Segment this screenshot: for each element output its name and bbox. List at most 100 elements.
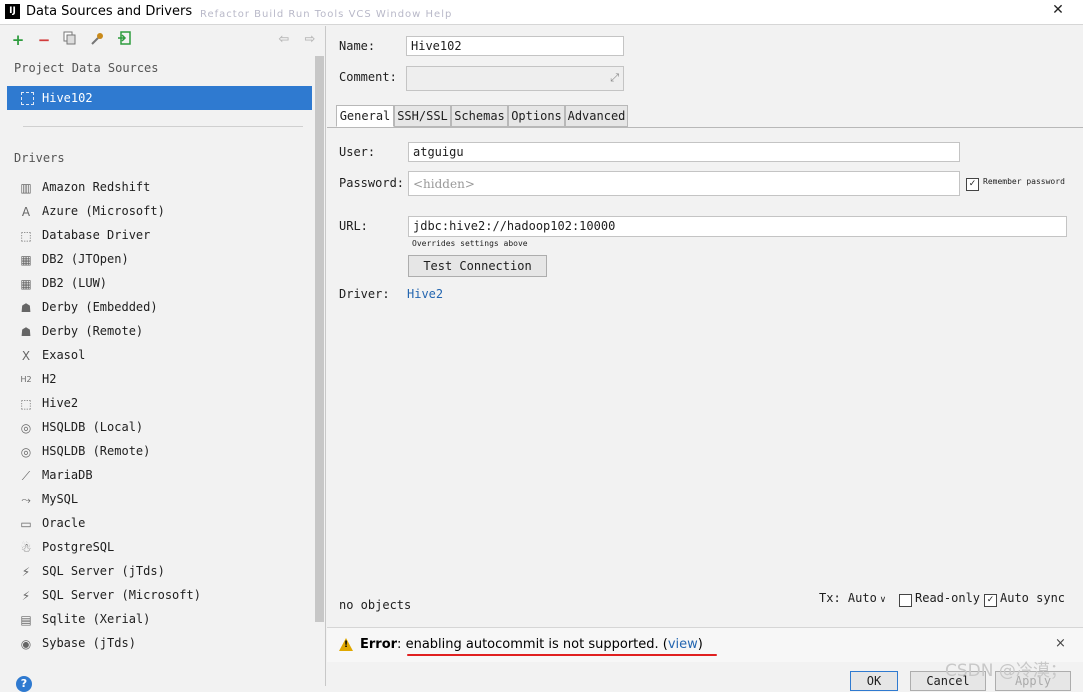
- user-label: User:: [339, 145, 376, 159]
- derby-icon: ☗: [20, 325, 32, 339]
- tab-general[interactable]: General: [336, 105, 394, 127]
- left-scrollbar[interactable]: [315, 56, 324, 622]
- add-icon[interactable]: +: [9, 31, 27, 49]
- watermark: CSDN @冷漠；: [945, 661, 1067, 681]
- redshift-icon: ▥: [20, 181, 32, 195]
- error-text: Error: enabling autocommit is not suppor…: [360, 637, 703, 652]
- driver-item[interactable]: ▭ Oracle: [18, 512, 308, 536]
- tab-advanced[interactable]: Advanced: [565, 105, 628, 127]
- sqlserver-icon: ⚡: [21, 565, 31, 579]
- driver-item[interactable]: ☗ Derby (Remote): [18, 320, 308, 344]
- remember-password-checkbox[interactable]: ✓: [966, 178, 979, 191]
- database-driver-icon: ⬚: [20, 229, 32, 243]
- driver-item[interactable]: ◎ HSQLDB (Local): [18, 416, 308, 440]
- datasource-item-hive102[interactable]: Hive102: [7, 86, 312, 110]
- datasource-settings-panel: Name: Hive102 Comment: ⤢ General SSH/SSL…: [327, 26, 1083, 691]
- error-message: enabling autocommit is not supported.: [405, 637, 659, 652]
- name-field[interactable]: Hive102: [406, 36, 624, 56]
- driver-settings-icon[interactable]: [89, 31, 107, 49]
- title-bar: IJ Data Sources and Drivers Refactor Bui…: [0, 0, 1083, 25]
- window-title: Data Sources and Drivers: [26, 4, 193, 19]
- import-icon[interactable]: [115, 31, 133, 49]
- driver-item[interactable]: ◉ Sybase (jTds): [18, 632, 308, 656]
- driver-item-label: Derby (Embedded): [42, 300, 158, 314]
- hsqldb-icon: ◎: [20, 445, 32, 459]
- ok-button[interactable]: OK: [850, 671, 898, 691]
- name-label: Name:: [339, 39, 376, 53]
- driver-item[interactable]: ▤ Sqlite (Xerial): [18, 608, 308, 632]
- driver-item-label: SQL Server (jTds): [42, 564, 165, 578]
- driver-item[interactable]: ⚡ SQL Server (jTds): [18, 560, 308, 584]
- driver-item-label: H2: [42, 372, 57, 386]
- test-connection-button[interactable]: Test Connection: [408, 255, 547, 277]
- driver-item[interactable]: ⬚ Database Driver: [18, 224, 308, 248]
- comment-field[interactable]: ⤢: [406, 66, 624, 91]
- chevron-down-icon: ∨: [876, 595, 887, 605]
- oracle-icon: ▭: [20, 517, 32, 531]
- background-menu-ghost: Refactor Build Run Tools VCS Window Help: [200, 9, 453, 20]
- data-sources-panel: + − ⇦ ⇨ Project Data Sources Hive102 Dri…: [3, 26, 326, 686]
- hive-icon: ⬚: [20, 397, 32, 411]
- password-field[interactable]: <hidden>: [408, 171, 960, 196]
- driver-item[interactable]: ▦ DB2 (LUW): [18, 272, 308, 296]
- error-separator: :: [397, 637, 402, 652]
- auto-sync-checkbox[interactable]: ✓: [984, 594, 997, 607]
- driver-item[interactable]: ⤳ MySQL: [18, 488, 308, 512]
- driver-item[interactable]: ☗ Derby (Embedded): [18, 296, 308, 320]
- error-view-link[interactable]: view: [668, 637, 698, 652]
- forward-arrow-icon[interactable]: ⇨: [301, 31, 319, 49]
- postgresql-icon: ☃: [20, 541, 32, 555]
- driver-item[interactable]: X Exasol: [18, 344, 308, 368]
- driver-item-label: HSQLDB (Remote): [42, 444, 151, 458]
- driver-item[interactable]: H2 H2: [18, 368, 308, 392]
- error-close-icon[interactable]: ×: [1055, 636, 1066, 651]
- driver-link[interactable]: Hive2: [407, 287, 443, 301]
- tx-mode-dropdown[interactable]: Tx: Auto ∨: [819, 591, 886, 605]
- driver-item[interactable]: ⟋ MariaDB: [18, 464, 308, 488]
- sybase-icon: ◉: [20, 637, 32, 651]
- window-close-button[interactable]: ✕: [1036, 0, 1080, 22]
- driver-item[interactable]: ▦ DB2 (JTOpen): [18, 248, 308, 272]
- user-field[interactable]: atguigu: [408, 142, 960, 162]
- driver-item[interactable]: ◎ HSQLDB (Remote): [18, 440, 308, 464]
- expand-icon[interactable]: ⤢: [610, 71, 619, 85]
- driver-item[interactable]: A Azure (Microsoft): [18, 200, 308, 224]
- driver-item[interactable]: ☃ PostgreSQL: [18, 536, 308, 560]
- driver-item-label: HSQLDB (Local): [42, 420, 144, 434]
- read-only-checkbox[interactable]: [899, 594, 912, 607]
- comment-label: Comment:: [339, 70, 397, 84]
- remove-icon[interactable]: −: [35, 31, 53, 49]
- error-prefix: Error: [360, 637, 398, 652]
- copy-icon[interactable]: [61, 31, 79, 49]
- section-divider: [23, 126, 303, 127]
- derby-icon: ☗: [20, 301, 32, 315]
- driver-item-label: Derby (Remote): [42, 324, 144, 338]
- tab-schemas[interactable]: Schemas: [451, 105, 508, 127]
- driver-item-label: PostgreSQL: [42, 540, 115, 554]
- driver-item-label: MariaDB: [42, 468, 93, 482]
- red-underline-annotation: [407, 654, 717, 656]
- driver-item-label: SQL Server (Microsoft): [42, 588, 201, 602]
- url-field[interactable]: jdbc:hive2://hadoop102:10000: [408, 216, 1067, 237]
- driver-item-label: Hive2: [42, 396, 79, 410]
- error-link-close: ): [697, 637, 703, 652]
- mysql-icon: ⤳: [21, 493, 31, 507]
- tab-ssh-ssl[interactable]: SSH/SSL: [394, 105, 451, 127]
- driver-item[interactable]: ⬚ Hive2: [18, 392, 308, 416]
- hive-datasource-icon: [21, 92, 34, 105]
- read-only-label: Read-only: [915, 591, 981, 605]
- driver-item-label: Oracle: [42, 516, 86, 530]
- driver-item[interactable]: ⚡ SQL Server (Microsoft): [18, 584, 308, 608]
- azure-icon: A: [21, 205, 31, 219]
- db2-icon: ▦: [20, 277, 32, 291]
- back-arrow-icon[interactable]: ⇦: [275, 31, 293, 49]
- auto-sync-label: Auto sync: [1000, 591, 1066, 605]
- driver-item[interactable]: ▥ Amazon Redshift: [18, 176, 308, 200]
- help-icon[interactable]: ?: [16, 676, 32, 692]
- url-hint: Overrides settings above: [412, 239, 528, 248]
- driver-label: Driver:: [339, 287, 390, 301]
- tab-options[interactable]: Options: [508, 105, 565, 127]
- objects-status: no objects: [339, 598, 412, 612]
- intellij-app-icon: IJ: [5, 4, 20, 19]
- db2-icon: ▦: [20, 253, 32, 267]
